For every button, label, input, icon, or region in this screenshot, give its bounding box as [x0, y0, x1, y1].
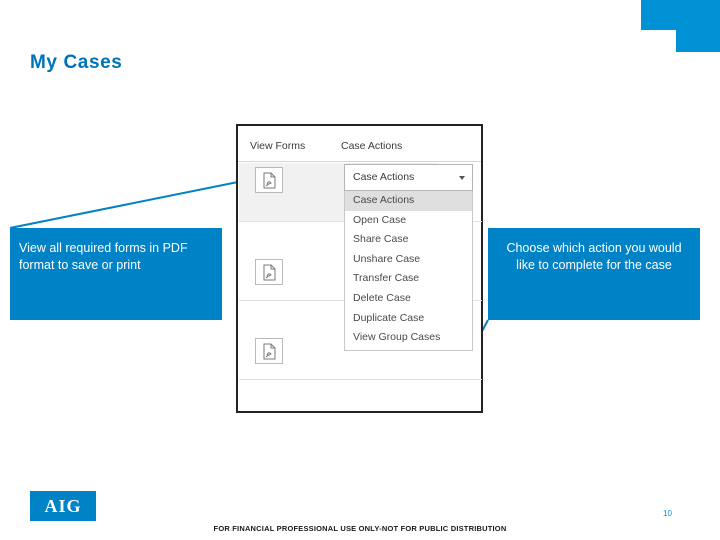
pdf-document-icon[interactable] [255, 167, 283, 193]
dropdown-option-case-actions[interactable]: Case Actions [345, 191, 472, 211]
case-actions-dropdown-menu: Case Actions Open Case Share Case Unshar… [344, 191, 473, 351]
screenshot-header-row: View Forms Case Actions [238, 126, 481, 162]
corner-accent-tail [676, 30, 720, 52]
aig-logo-text: AIG [44, 496, 82, 516]
corner-accent-top [641, 0, 720, 30]
pdf-glyph [263, 172, 275, 189]
aig-logo: AIG [30, 491, 96, 521]
row-separator [239, 379, 482, 380]
pdf-glyph [263, 343, 275, 360]
dropdown-option-delete-case[interactable]: Delete Case [345, 289, 472, 309]
callout-left: View all required forms in PDF format to… [10, 228, 222, 320]
case-actions-dropdown-value: Case Actions [353, 171, 415, 183]
dropdown-option-share-case[interactable]: Share Case [345, 230, 472, 250]
dropdown-option-view-group-cases[interactable]: View Group Cases [345, 328, 472, 348]
pdf-document-icon[interactable] [255, 259, 283, 285]
column-header-case-actions: Case Actions [341, 140, 403, 152]
footer-disclaimer: FOR FINANCIAL PROFESSIONAL USE ONLY-NOT … [213, 524, 507, 533]
page-title: My Cases [30, 52, 123, 73]
column-header-view-forms: View Forms [250, 140, 306, 152]
callout-left-text: View all required forms in PDF format to… [19, 241, 188, 272]
app-screenshot-panel: View Forms Case Actions Case Actions Cas… [236, 124, 483, 413]
chevron-down-icon [459, 176, 465, 180]
pdf-glyph [263, 264, 275, 281]
callout-right-text: Choose which action you would like to co… [506, 241, 682, 272]
dropdown-option-open-case[interactable]: Open Case [345, 211, 472, 231]
case-actions-dropdown[interactable]: Case Actions [344, 164, 473, 191]
dropdown-option-transfer-case[interactable]: Transfer Case [345, 269, 472, 289]
dropdown-option-duplicate-case[interactable]: Duplicate Case [345, 309, 472, 329]
slide-number: 10 [663, 509, 672, 518]
pdf-document-icon[interactable] [255, 338, 283, 364]
callout-right: Choose which action you would like to co… [488, 228, 700, 320]
dropdown-option-unshare-case[interactable]: Unshare Case [345, 250, 472, 270]
